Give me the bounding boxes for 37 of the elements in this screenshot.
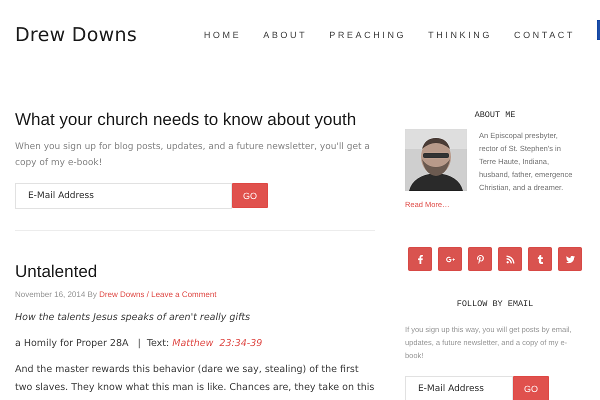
social-button[interactable]: [558, 247, 582, 271]
social-button[interactable]: [438, 247, 462, 271]
go-button[interactable]: GO: [232, 183, 268, 208]
social-button[interactable]: [498, 247, 522, 271]
scripture-link[interactable]: Matthew 23:34-39: [172, 338, 262, 349]
tumblr-icon: [536, 254, 544, 264]
nav-link[interactable]: THINKING: [428, 30, 492, 40]
social-button[interactable]: [528, 247, 552, 271]
pinterest-icon: [476, 254, 484, 264]
follow-heading: FOLLOW BY EMAIL: [456, 299, 534, 309]
twitter-icon: [566, 254, 574, 264]
separator: /: [146, 290, 149, 299]
social-button[interactable]: [468, 247, 492, 271]
email-field[interactable]: E-Mail Address: [405, 376, 513, 400]
edge-marker: [597, 20, 600, 40]
email-field[interactable]: E-Mail Address: [15, 183, 232, 209]
google-plus-icon: [446, 254, 454, 264]
nav-link[interactable]: HOME: [204, 30, 242, 40]
nav-link[interactable]: PREACHING: [329, 30, 406, 40]
signup-heading: What your church needs to know about youth: [15, 110, 358, 130]
facebook-icon: [416, 254, 424, 264]
rss-icon: [506, 254, 514, 264]
go-button[interactable]: GO: [513, 376, 549, 400]
post-subtitle: How the talents Jesus speaks of aren't really gifts: [15, 311, 252, 325]
nav-link[interactable]: CONTACT: [514, 30, 575, 40]
signup-text: When you sign up for blog posts, updates, and a future newsletter, you'll get a copy of my e-book!: [15, 141, 371, 170]
site-title[interactable]: Drew Downs: [15, 24, 138, 46]
post-date: November 16, 2014: [15, 290, 86, 299]
homily-line: a Homily for Proper 28A | Text: Matthew 23:34-39: [15, 337, 264, 351]
about-heading: ABOUT ME: [474, 110, 516, 120]
author-link[interactable]: Drew Downs: [99, 290, 144, 299]
post-paragraph: And the master rewards this behavior (dare we say, stealing) of the first two slaves. They know what this man is like. Chances are, they take on this: [15, 363, 375, 395]
comment-link[interactable]: Leave a Comment: [151, 290, 216, 299]
nav-link[interactable]: ABOUT: [263, 30, 308, 40]
social-button[interactable]: [408, 247, 432, 271]
post-title[interactable]: Untalented: [15, 262, 375, 282]
byline: By: [88, 290, 97, 299]
